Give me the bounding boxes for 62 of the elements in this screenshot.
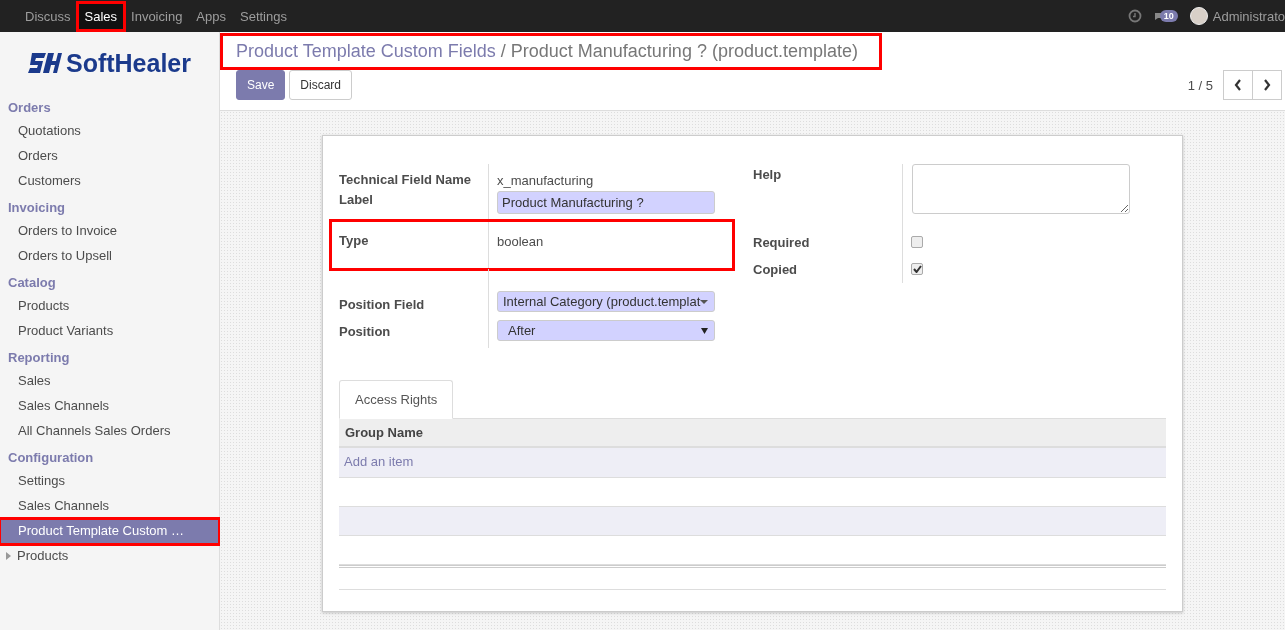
checkbox[interactable]	[911, 263, 923, 275]
sidebar-item[interactable]: Quotations	[0, 119, 219, 144]
chevron-left-icon	[1234, 79, 1242, 91]
caret-icon	[6, 551, 11, 560]
clock-icon[interactable]	[1127, 9, 1142, 23]
sidebar-item[interactable]: Customers	[0, 169, 219, 194]
menu-section-heading: Catalog	[7, 274, 57, 292]
field-label: Position	[339, 318, 489, 348]
field-label: Position Field	[339, 269, 489, 318]
field-label: Required	[753, 229, 903, 256]
field-value: boolean	[497, 234, 544, 249]
checkmark-icon	[912, 265, 922, 273]
logo-mark-icon	[27, 53, 62, 73]
user-avatar[interactable]	[1189, 7, 1208, 25]
breadcrumb-link[interactable]: Product Template Custom Fields	[236, 41, 496, 62]
user-name[interactable]: Administrato	[1212, 8, 1285, 24]
sidebar-item[interactable]: Settings	[0, 469, 219, 494]
field-label: Technical Field Name	[339, 164, 489, 189]
field-label: Help	[753, 164, 903, 229]
field-value: x_manufacturing	[497, 173, 594, 188]
chevron-right-icon	[1263, 79, 1271, 91]
sidebar-item[interactable]: Product Variants	[0, 319, 219, 344]
message-count-badge: 10	[1159, 10, 1178, 22]
breadcrumb-separator: /	[500, 41, 506, 62]
discard-button[interactable]: Discard	[289, 70, 353, 100]
save-button[interactable]: Save	[236, 70, 286, 100]
sidebar-item[interactable]: Orders to Upsell	[0, 244, 219, 269]
field-label: Copied	[753, 256, 903, 283]
add-item-link[interactable]: Add an item	[344, 454, 414, 469]
sidebar-item[interactable]: Sales Channels	[0, 394, 219, 419]
menu-section-heading: Invoicing	[7, 199, 67, 217]
input-field[interactable]: Product Manufacturing ?	[497, 191, 715, 214]
menu-section-heading: Reporting	[7, 349, 71, 367]
pager-counter: 1 / 5	[1187, 77, 1213, 93]
sidebar-item[interactable]: Sales Channels	[0, 494, 219, 519]
top-menu-item[interactable]: Settings	[233, 2, 294, 30]
field-label: Label	[339, 189, 489, 221]
sidebar-item[interactable]: Products	[0, 294, 219, 319]
field-label: Type	[339, 221, 489, 269]
checkbox[interactable]	[911, 236, 923, 248]
company-logo: SoftHealer	[0, 32, 219, 94]
select-field[interactable]: After	[497, 320, 715, 341]
caret-icon	[700, 299, 708, 304]
sidebar-tree-item[interactable]: Products	[0, 544, 219, 567]
sidebar-item[interactable]: Sales	[0, 369, 219, 394]
sidebar-item[interactable]: Product Template Custom …	[0, 519, 219, 544]
dropdown-field[interactable]: Internal Category (product.templat	[497, 291, 715, 312]
top-menu-item[interactable]: Invoicing	[124, 2, 190, 30]
sidebar-item[interactable]: Orders	[0, 144, 219, 169]
sidebar-item[interactable]: Orders to Invoice	[0, 219, 219, 244]
notebook-tab[interactable]: Access Rights	[339, 380, 454, 419]
top-menu-item[interactable]: Apps	[189, 2, 233, 30]
menu-section-heading: Configuration	[7, 449, 95, 467]
next-button[interactable]	[1252, 70, 1282, 100]
top-menu-item[interactable]: Sales	[77, 2, 125, 30]
sidebar-item[interactable]: All Channels Sales Orders	[0, 419, 219, 444]
caret-icon	[701, 327, 708, 334]
column-header: Group Name	[339, 419, 1166, 448]
menu-section-heading: Orders	[7, 99, 52, 117]
previous-button[interactable]	[1223, 70, 1253, 100]
top-menu-item[interactable]: Discuss	[18, 2, 78, 30]
breadcrumb-current: Product Manufacturing ? (product.template)	[510, 41, 858, 62]
